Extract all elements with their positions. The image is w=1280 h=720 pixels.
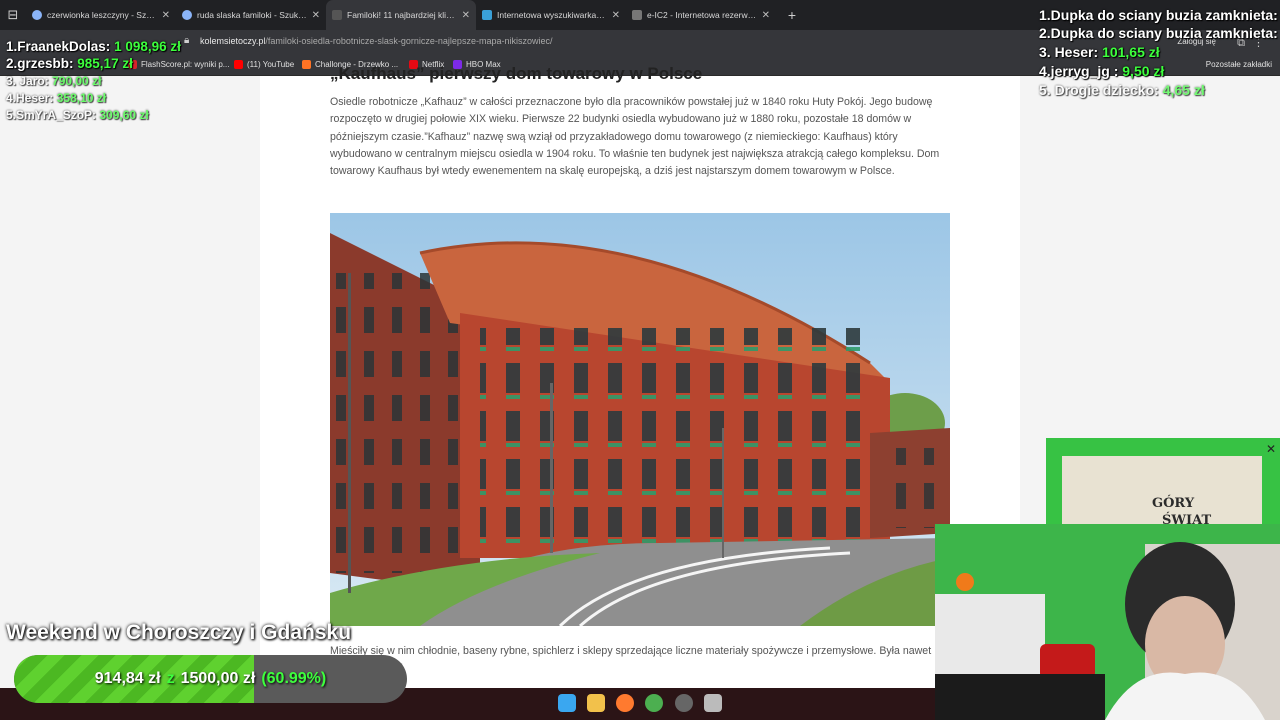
leaderboard-right-entry: 3. Heser: 101,65 zł — [1039, 44, 1160, 60]
google-favicon-icon — [32, 10, 42, 20]
tab-3[interactable]: Internetowa wyszukiwarka połączeń ✕ — [476, 0, 626, 30]
leaderboard-right-entry: 1.Dupka do sciany buzia zamknieta: — [1039, 7, 1278, 23]
other-bookmarks-folder[interactable]: Pozostałe zakładki — [1206, 60, 1272, 69]
bookmark-youtube[interactable]: (11) YouTube — [234, 60, 294, 69]
site-favicon-icon — [332, 10, 342, 20]
webcam-feed — [935, 524, 1280, 720]
bookmark-label: FlashScore.pl: wyniki p... — [141, 60, 230, 69]
donation-goal-bar: 914,84 zł z 1500,00 zł (60.99%) — [14, 655, 407, 703]
url-path: /familoki-osiedla-robotnicze-slask-gorni… — [265, 36, 553, 46]
leaderboard-right-entry: 2.Dupka do sciany buzia zamknieta: — [1039, 25, 1278, 41]
article-content: „Kaufhaus” pierwszy dom towarowy w Polsc… — [260, 64, 1020, 688]
challonge-icon — [302, 60, 311, 69]
close-tab-icon[interactable]: ✕ — [162, 10, 170, 21]
goal-separator: z — [166, 670, 175, 687]
app-icon[interactable] — [704, 694, 722, 712]
leaderboard-right-entry: 5. Drogie dziecko: 4,65 zł — [1039, 82, 1205, 98]
close-tab-icon[interactable]: ✕ — [762, 10, 770, 21]
site-info-icon[interactable]: 🔒︎ — [184, 35, 194, 49]
tab-2[interactable]: Familoki! 11 najbardziej klimatycznych ✕ — [326, 0, 476, 30]
leaderboard-left-entry: 1.FraanekDolas: 1 098,96 zł — [6, 39, 181, 54]
tab-title: e-IC2 - Internetowa rezerwacja — [647, 10, 757, 20]
leaderboard-right-entry: 4.jerryg_jg : 9,50 zł — [1039, 63, 1165, 79]
tab-4[interactable]: e-IC2 - Internetowa rezerwacja ✕ — [626, 0, 776, 30]
close-tab-icon[interactable]: ✕ — [462, 10, 470, 21]
goal-target: 1500,00 zł — [180, 670, 256, 687]
firefox-icon[interactable] — [616, 694, 634, 712]
tab-search-icon[interactable]: ⊟ — [0, 0, 26, 30]
close-tab-icon[interactable]: ✕ — [312, 10, 320, 21]
book-title: GÓRY — [1152, 496, 1195, 511]
kaufhaus-building-image — [330, 213, 950, 626]
kaufhaus-building-photo — [330, 213, 950, 626]
bookmark-flashscore[interactable]: FlashScore.pl: wyniki p... — [128, 60, 229, 69]
tab-title: czerwionka leszczyny - Szukaj w Google — [47, 10, 157, 20]
donation-goal-text: 914,84 zł z 1500,00 zł (60.99%) — [14, 655, 407, 703]
donation-goal-title: Weekend w Choroszczy i Gdańsku — [6, 621, 352, 644]
leaderboard-left-entry: 4.Heser: 358,10 zł — [6, 91, 107, 105]
windows-start-icon[interactable] — [558, 694, 576, 712]
goal-current: 914,84 zł — [94, 670, 161, 687]
url-field[interactable]: kolemsietoczy.pl/familoki-osiedla-robotn… — [200, 36, 552, 46]
close-icon[interactable]: ✕ — [1266, 442, 1276, 456]
google-favicon-icon — [182, 10, 192, 20]
tab-1[interactable]: ruda slaska familoki - Szukaj w Google ✕ — [176, 0, 326, 30]
site-favicon-icon — [632, 10, 642, 20]
webcam-image — [935, 524, 1280, 720]
bookmark-label: (11) YouTube — [247, 60, 295, 69]
leaderboard-left-entry: 5.SmYrA_SzoP: 309,60 zł — [6, 108, 149, 122]
goal-percent: (60.99%) — [261, 670, 327, 687]
youtube-icon — [234, 60, 243, 69]
article-paragraph: Osiedle robotnicze „Kafhauz” w całości p… — [330, 96, 940, 178]
obs-icon[interactable] — [675, 694, 693, 712]
leaderboard-left-entry: 3. Jaro: 790,00 zł — [6, 74, 102, 88]
article-paragraph: Mieściły się w nim chłodnie, baseny rybn… — [330, 645, 932, 674]
screen: ⊟ czerwionka leszczyny - Szukaj w Google… — [0, 0, 1280, 720]
tab-title: ruda slaska familoki - Szukaj w Google — [197, 10, 307, 20]
file-explorer-icon[interactable] — [587, 694, 605, 712]
article-heading: „Kaufhaus” pierwszy dom towarowy w Polsc… — [330, 64, 703, 83]
close-tab-icon[interactable]: ✕ — [612, 10, 620, 21]
chrome-icon[interactable] — [645, 694, 663, 712]
tab-title: Familoki! 11 najbardziej klimatycznych — [347, 10, 457, 20]
tab-0[interactable]: czerwionka leszczyny - Szukaj w Google ✕ — [26, 0, 176, 30]
leaderboard-left-entry: 2.grzesbb: 985,17 zł — [6, 56, 133, 71]
url-domain: kolemsietoczy.pl — [200, 36, 266, 46]
new-tab-button[interactable]: + — [782, 7, 802, 23]
site-favicon-icon — [482, 10, 492, 20]
tab-title: Internetowa wyszukiwarka połączeń — [497, 10, 607, 20]
